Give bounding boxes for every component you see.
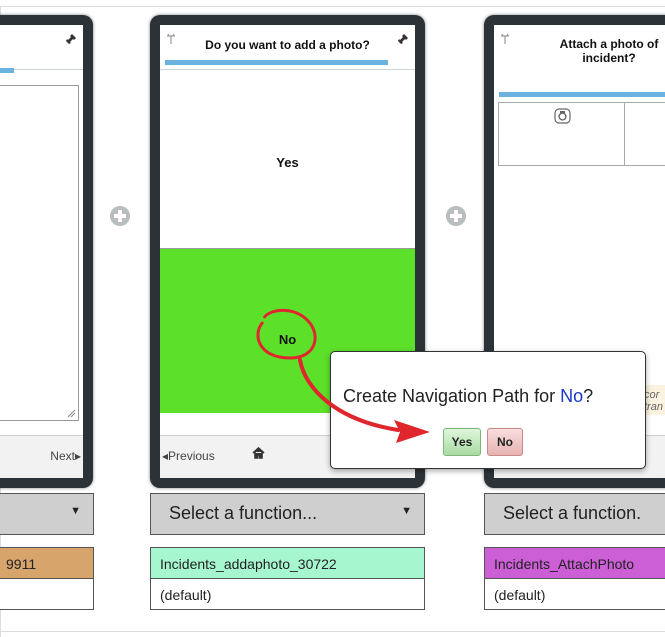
annotation-arrowhead — [394, 420, 430, 443]
annotation-circle — [256, 309, 317, 360]
canvas: Next▸ Do you want to add a photo? Yes No — [0, 0, 665, 637]
annotation-overlay — [256, 309, 430, 443]
annotation-arrow — [298, 358, 400, 432]
